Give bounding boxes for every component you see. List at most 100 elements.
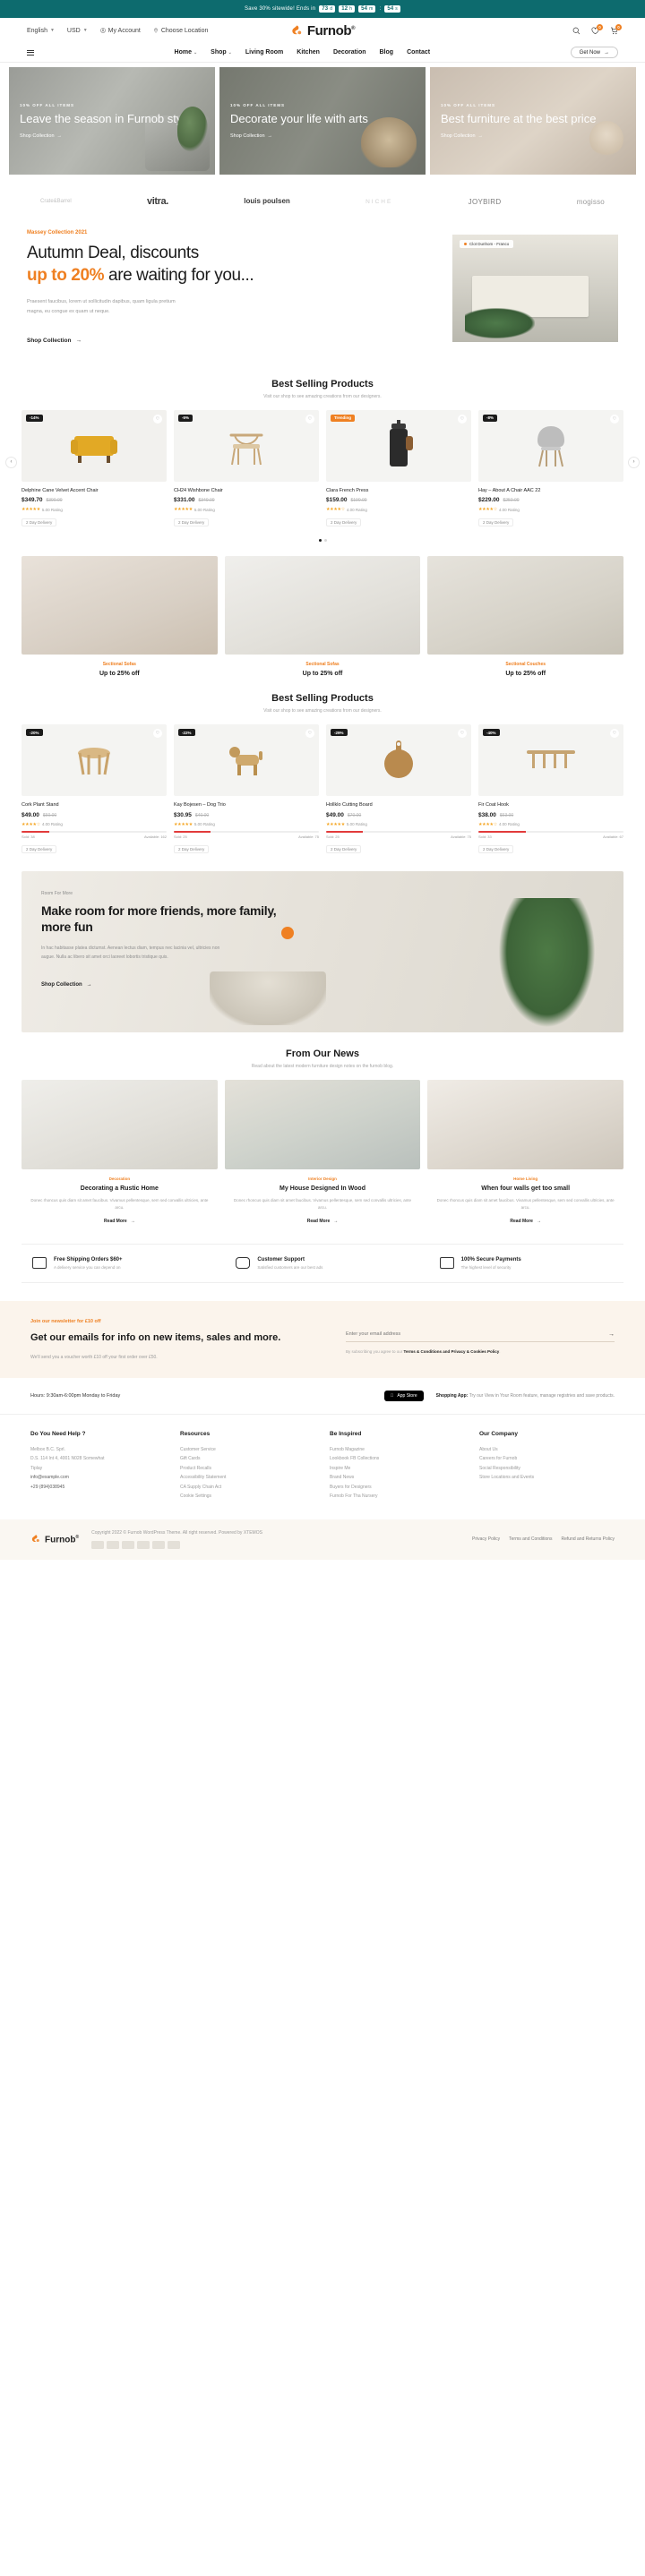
- carousel-dot-active[interactable]: [318, 539, 322, 543]
- footer-link[interactable]: Product Recalls: [180, 1464, 315, 1474]
- newsletter-email-input[interactable]: [346, 1331, 608, 1338]
- wishlist-heart-icon[interactable]: ♡: [610, 729, 619, 739]
- nav-item-contact[interactable]: Contact: [407, 49, 430, 56]
- footer-phone[interactable]: +29 (894)038945: [30, 1483, 166, 1493]
- footer-link[interactable]: Brand News: [330, 1473, 465, 1483]
- deal-image: Clot Dunhom - Franco: [452, 234, 618, 342]
- hero-slide-3[interactable]: 10% OFF ALL ITEMS Best furniture at the …: [430, 67, 636, 175]
- page-root: Save 30% sitewide! Ends in 73 d 12 h 54 …: [0, 0, 645, 1560]
- wishbone-chair-illustration: [229, 433, 263, 466]
- search-button[interactable]: [572, 27, 580, 35]
- footer-column-title: Do You Need Help ?: [30, 1430, 86, 1437]
- newsletter-field[interactable]: →: [346, 1331, 615, 1342]
- news-read-more-button[interactable]: Read More →: [427, 1219, 624, 1224]
- arrow-right-icon: →: [604, 49, 609, 56]
- room-shop-collection-button[interactable]: Shop Collection →: [41, 982, 92, 988]
- brand-logo-joybird[interactable]: JOYBIRD: [469, 198, 502, 206]
- footer-email[interactable]: info@example.com: [30, 1473, 166, 1483]
- hero-cta-button[interactable]: Shop Collection →: [230, 133, 415, 139]
- terms-link[interactable]: Terms and Conditions: [509, 1536, 552, 1542]
- product-card[interactable]: Trending ♡ Clara French Press $159.00 $1…: [326, 409, 471, 528]
- nav-item-shop[interactable]: Shop ⌄: [211, 49, 232, 56]
- nav-item-living-room[interactable]: Living Room: [245, 49, 283, 56]
- brand-logo-mogisso[interactable]: mogisso: [577, 198, 605, 206]
- wishlist-heart-icon[interactable]: ♡: [153, 729, 162, 739]
- category-tile[interactable]: Sectional Couches Up to 25% off: [427, 556, 624, 677]
- deal-image-tag[interactable]: Clot Dunhom - Franco: [460, 239, 514, 248]
- footer-column-title: Resources: [180, 1430, 211, 1437]
- hero-cta-button[interactable]: Shop Collection →: [20, 133, 204, 139]
- deal-shop-collection-button[interactable]: Shop Collection →: [27, 338, 82, 344]
- cart-button[interactable]: 0: [610, 23, 623, 35]
- language-selector[interactable]: English ▼: [27, 28, 55, 34]
- product-price: $349.70 $390.00: [22, 497, 167, 503]
- product-image: -14% ♡: [22, 409, 167, 482]
- nav-item-kitchen[interactable]: Kitchen: [297, 49, 320, 56]
- site-logo[interactable]: Furnob®: [290, 23, 356, 39]
- brand-logo-crate-barrel[interactable]: Crate&Barrel: [40, 199, 72, 204]
- footer-link[interactable]: Cookie Settings: [180, 1492, 315, 1502]
- footer-link[interactable]: Furnob Magazine: [330, 1445, 465, 1455]
- my-account-link[interactable]: My Account: [99, 28, 141, 34]
- choose-location-link[interactable]: Choose Location: [153, 28, 208, 34]
- footer-link[interactable]: Careers for Furnob: [479, 1454, 615, 1464]
- refund-policy-link[interactable]: Refund and Returns Policy: [562, 1536, 615, 1542]
- newsletter-submit-button[interactable]: →: [608, 1331, 615, 1338]
- product-price-old: $40.00: [194, 812, 210, 818]
- nav-item-home[interactable]: Home ⌄: [175, 49, 198, 56]
- carousel-next-button[interactable]: ›: [628, 456, 640, 468]
- footer-link[interactable]: About Us: [479, 1445, 615, 1455]
- footer-link[interactable]: Lookbook FB Collections: [330, 1454, 465, 1464]
- footer-link[interactable]: Buyers for Designers: [330, 1483, 465, 1493]
- footer-link[interactable]: Store Locations and Events: [479, 1473, 615, 1483]
- currency-selector[interactable]: USD ▼: [67, 28, 88, 34]
- product-card[interactable]: -14% ♡ Delphine Cane Velvet Accent Chair…: [22, 409, 167, 528]
- wishlist-heart-icon[interactable]: ♡: [305, 729, 314, 739]
- product-carousel-1: ‹ › -14% ♡ Delphine Cane Velvet Accent C…: [0, 409, 645, 543]
- wishlist-heart-icon[interactable]: ♡: [458, 414, 467, 424]
- footer-link[interactable]: Inspire Me: [330, 1464, 465, 1474]
- product-card[interactable]: -40% ♡ Fir Coat Hook $38.00 $63.00 ★★★★☆…: [478, 724, 624, 854]
- hero-cta-button[interactable]: Shop Collection →: [441, 133, 625, 139]
- product-card[interactable]: -5% ♡ CH24 Wishbone Chair $331.00 $349.0…: [174, 409, 319, 528]
- footer-link[interactable]: Gift Cards: [180, 1454, 315, 1464]
- news-card[interactable]: Interior Design My House Designed In Woo…: [224, 1079, 421, 1224]
- news-card[interactable]: Decoration Decorating a Rustic Home Done…: [22, 1079, 218, 1224]
- app-store-button[interactable]:  App Store: [383, 1390, 424, 1401]
- privacy-policy-link[interactable]: Privacy Policy: [472, 1536, 500, 1542]
- wishlist-button[interactable]: 0: [591, 23, 604, 35]
- carousel-prev-button[interactable]: ‹: [5, 456, 17, 468]
- product-card[interactable]: -29% ♡ Hollklo Cutting Board $49.00 $70.…: [326, 724, 471, 854]
- news-read-more-button[interactable]: Read More →: [225, 1219, 421, 1224]
- wishlist-heart-icon[interactable]: ♡: [458, 729, 467, 739]
- footer-logo[interactable]: Furnob®: [30, 1534, 79, 1545]
- nav-item-blog[interactable]: Blog: [380, 49, 394, 56]
- wishlist-heart-icon[interactable]: ♡: [305, 414, 314, 424]
- product-card[interactable]: -8% ♡ Hay – About A Chair AAC 22 $229.00…: [478, 409, 624, 528]
- footer-link[interactable]: Furnob For Tha Nursery: [330, 1492, 465, 1502]
- wishlist-heart-icon[interactable]: ♡: [153, 414, 162, 424]
- brand-logo-louis-poulsen[interactable]: louis poulsen: [244, 198, 290, 205]
- newsletter-terms-link[interactable]: Terms & Conditions and Privacy & Cookies…: [404, 1349, 500, 1354]
- brand-logo-niche[interactable]: NICHE: [366, 199, 392, 205]
- hero-slide-2[interactable]: 10% OFF ALL ITEMS Decorate your life wit…: [219, 67, 426, 175]
- news-read-more-button[interactable]: Read More →: [22, 1219, 218, 1224]
- brand-logo-vitra[interactable]: vitra.: [147, 196, 168, 207]
- nav-item-decoration[interactable]: Decoration: [333, 49, 366, 56]
- news-card[interactable]: Home Living When four walls get too smal…: [427, 1079, 624, 1224]
- product-card[interactable]: -20% ♡ Cork Plant Stand $49.00 $60.00 ★★…: [22, 724, 167, 854]
- footer-link[interactable]: CA Supply Chain Act: [180, 1483, 315, 1493]
- category-tile[interactable]: Sectional Sofas Up to 25% off: [22, 556, 218, 677]
- carousel-dot[interactable]: [323, 539, 327, 543]
- news-cards: Decoration Decorating a Rustic Home Done…: [0, 1079, 645, 1224]
- shopping-app-text: Shopping App: Try our View in Your Room …: [435, 1392, 615, 1399]
- hamburger-menu-icon[interactable]: [27, 49, 34, 56]
- product-card[interactable]: -22% ♡ Kay Bojesen – Dog Trio $30.95 $40…: [174, 724, 319, 854]
- category-tile[interactable]: Sectional Sofas Up to 25% off: [224, 556, 421, 677]
- hero-slide-1[interactable]: 10% OFF ALL ITEMS Leave the season in Fu…: [9, 67, 215, 175]
- wishlist-heart-icon[interactable]: ♡: [610, 414, 619, 424]
- footer-link[interactable]: Accessibility Statement: [180, 1473, 315, 1483]
- footer-link[interactable]: Social Responsibility: [479, 1464, 615, 1474]
- footer-link[interactable]: Customer Service: [180, 1445, 315, 1455]
- get-now-button[interactable]: Get Now →: [570, 47, 618, 58]
